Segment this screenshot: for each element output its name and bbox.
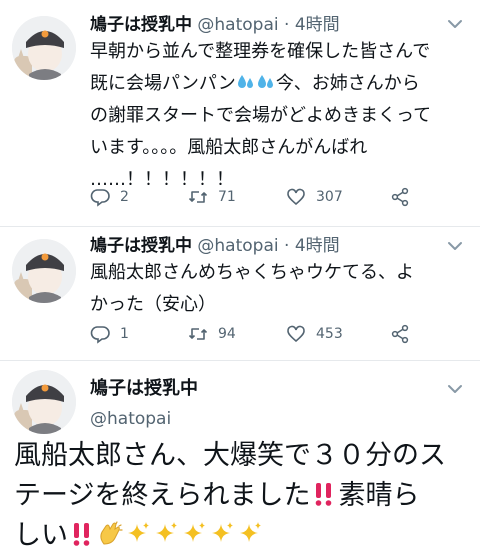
sparkles-emoji [236,520,264,548]
like-count: 453 [316,326,343,342]
display-name[interactable]: 鳩子は授乳中 [90,15,192,35]
avatar[interactable] [12,370,76,434]
tweet-text-line: テージを終えられました 素晴ら [14,476,470,516]
focused-tweet-text: 風船太郎さん、大爆笑で３０分のス テージを終えられました 素晴ら しい [14,436,470,554]
tweet-text-line: います。。。。風船太郎さんがんばれ [90,137,368,158]
tweet-text-line: 風船太郎さんめちゃくちゃウケてる、よ [90,262,414,283]
timestamp[interactable]: 4時間 [295,15,340,35]
like-button[interactable]: 453 [286,323,384,345]
separator-dot: · [284,15,290,35]
divider [0,360,480,361]
heart-icon [287,188,305,206]
separator-dot: · [284,236,290,256]
tweet-text-line: かった（安心） [90,294,216,315]
sparkles-emoji [124,520,152,548]
avatar[interactable] [12,239,76,303]
tweet-actions: 2 71 307 [90,186,420,208]
display-name[interactable]: 鳩子は授乳中 [90,236,192,256]
chevron-down-icon[interactable] [446,380,464,398]
chevron-down-icon[interactable] [446,237,464,255]
retweet-icon [188,328,208,340]
retweet-button[interactable]: 94 [188,323,286,345]
tweet-2[interactable]: 鳩子は授乳中 @hatopai · 4時間 風船太郎さんめちゃくちゃウケてる、よ… [0,227,480,360]
timestamp[interactable]: 4時間 [295,236,340,256]
tweet-text-line: 早朝から並んで整理券を確保した皆さんで [90,41,431,62]
sparkles-emoji [152,520,180,548]
sweat-droplets-emoji [236,72,256,92]
avatar-image [12,239,76,303]
retweet-button[interactable]: 71 [188,186,286,208]
reply-icon [90,189,110,207]
user-handle[interactable]: @hatopai [197,236,278,256]
tweet-1[interactable]: 鳩子は授乳中 @hatopai · 4時間 早朝から並んで整理券を確保した皆さん… [0,0,480,226]
double-exclamation-emoji [310,480,338,508]
reply-count: 2 [120,189,129,205]
share-button[interactable] [390,323,420,345]
like-button[interactable]: 307 [286,186,384,208]
tweet-header: 鳩子は授乳中 @hatopai · 4時間 [90,14,340,36]
retweet-count: 71 [218,189,236,205]
retweet-count: 94 [218,326,236,342]
sweat-droplets-emoji [256,72,276,92]
sparkles-emoji [208,520,236,548]
reply-button[interactable]: 2 [90,186,188,208]
tweet-text: 早朝から並んで整理券を確保した皆さんで 既に会場パンパン 今、お姉さんから の謝罪… [90,36,466,196]
heart-icon [287,325,305,343]
tweet-text: 風船太郎さんめちゃくちゃウケてる、よ かった（安心） [90,257,466,321]
tweet-text-line: 既に会場パンパン [90,73,236,94]
tweet-text-fragment: 素晴ら [338,480,420,511]
share-button[interactable] [390,186,420,208]
like-count: 307 [316,189,343,205]
tweet-text-fragment: テージを終えられました [14,480,311,511]
display-name[interactable]: 鳩子は授乳中 [90,378,198,400]
tweet-text-line: 風船太郎さん、大爆笑で３０分のス [14,440,446,471]
double-exclamation-emoji [68,520,96,548]
tweet-text-fragment: しい [14,520,68,551]
tweet-text-line: の謝罪スタートで会場がどよめきまくって [90,105,432,126]
retweet-icon [188,191,208,203]
user-handle[interactable]: @hatopai [197,15,278,35]
user-handle[interactable]: @hatopai [90,408,171,430]
clapping-hands-emoji [96,520,124,548]
share-icon [391,187,409,207]
avatar-image [12,370,76,434]
share-icon [391,324,409,344]
tweet-text-line: しい [14,516,470,554]
sparkles-emoji [180,520,208,548]
tweet-text-line: 今、お姉さんから [275,73,420,94]
reply-icon [90,326,110,344]
avatar[interactable] [12,16,76,80]
chevron-down-icon[interactable] [446,15,464,33]
reply-button[interactable]: 1 [90,323,188,345]
tweet-header: 鳩子は授乳中 @hatopai · 4時間 [90,235,340,257]
avatar-image [12,16,76,80]
reply-count: 1 [120,326,129,342]
tweet-actions: 1 94 453 [90,323,420,345]
